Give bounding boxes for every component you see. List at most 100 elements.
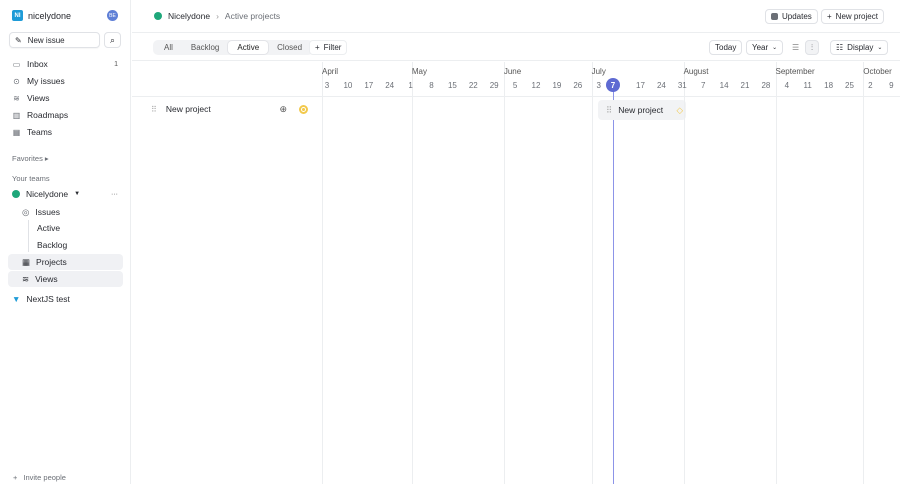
sidebar-item-inbox[interactable]: ▭ Inbox 1 xyxy=(8,56,123,72)
caret-down-icon: ▼ xyxy=(74,191,81,197)
sidebar-item-roadmaps[interactable]: ▥ Roadmaps xyxy=(8,107,123,123)
range-label: Year xyxy=(752,43,769,52)
timeline-icon: ⫶ xyxy=(811,42,813,52)
week-label: 15 xyxy=(447,81,457,90)
month-label: September xyxy=(775,67,815,76)
plus-icon: + xyxy=(827,12,832,21)
team-name: Nicelydone xyxy=(26,189,69,199)
tab-backlog[interactable]: Backlog xyxy=(182,41,228,54)
team-views[interactable]: ≋ Views xyxy=(8,271,123,287)
today-line xyxy=(613,89,614,484)
my-issues-icon: ⊙ xyxy=(13,76,20,86)
week-label: 19 xyxy=(552,81,562,90)
inbox-icon: ▭ xyxy=(12,59,21,69)
updates-button[interactable]: Updates xyxy=(765,9,818,24)
tab-all[interactable]: All xyxy=(155,41,182,54)
timeline: 7 ⠿ New project ◇ April May June July August… xyxy=(322,62,900,484)
month-label: August xyxy=(683,67,709,76)
invite-people-button[interactable]: + Invite people xyxy=(13,473,66,482)
nav-label: Roadmaps xyxy=(27,110,69,120)
target-date-icon[interactable]: ◇ xyxy=(676,105,683,116)
nav-label: Issues xyxy=(35,207,60,217)
views-icon: ≋ xyxy=(22,273,30,284)
month-label: July xyxy=(591,67,606,76)
nav-label: Backlog xyxy=(37,240,68,250)
breadcrumb-team[interactable]: Nicelydone xyxy=(168,11,210,21)
drag-handle-icon[interactable]: ⠿ xyxy=(606,105,612,116)
filter-label: Filter xyxy=(323,43,342,52)
month-gridline xyxy=(863,62,865,484)
week-label: 29 xyxy=(489,81,499,90)
tab-active[interactable]: Active xyxy=(228,41,269,54)
teams-icon: ▦ xyxy=(12,127,21,137)
project-bar[interactable]: ⠿ New project ◇ xyxy=(598,100,686,120)
today-button[interactable]: Today xyxy=(709,40,743,55)
project-list: ⠿ New project ⊕ xyxy=(132,62,322,484)
nav-label: Inbox xyxy=(27,59,48,69)
week-label: 3 xyxy=(596,81,601,90)
team-name: NextJS test xyxy=(26,294,70,304)
month-gridline xyxy=(683,62,685,484)
team-issues-active[interactable]: Active xyxy=(22,220,123,236)
month-label: April xyxy=(322,67,339,76)
sidebar-item-my-issues[interactable]: ⊙ My issues xyxy=(8,73,123,89)
team-nextjs-test[interactable]: ▼ NextJS test xyxy=(8,291,123,307)
month-label: June xyxy=(503,67,522,76)
drag-handle-icon[interactable]: ⠿ xyxy=(151,105,157,114)
status-tabs: All Backlog Active Closed xyxy=(153,40,314,55)
project-name[interactable]: New project xyxy=(166,104,211,114)
display-icon: ☷ xyxy=(836,43,844,52)
new-project-button[interactable]: + New project xyxy=(821,9,884,24)
sidebar-item-views[interactable]: ≋ Views xyxy=(8,90,123,106)
week-label: 24 xyxy=(385,81,395,90)
team-issues[interactable]: ◎ Issues xyxy=(22,204,123,220)
week-label: 18 xyxy=(824,81,834,90)
plus-icon: + xyxy=(315,43,320,52)
team-more-button[interactable]: ··· xyxy=(111,191,118,198)
week-label: 3 xyxy=(324,81,330,90)
team-icon xyxy=(154,12,162,20)
range-select[interactable]: Year ⌄ xyxy=(746,40,784,55)
chevron-down-icon: ⌄ xyxy=(772,45,778,51)
updates-label: Updates xyxy=(782,12,812,21)
list-layout-button[interactable]: ☰ xyxy=(787,40,805,55)
week-label: 17 xyxy=(364,81,374,90)
month-gridline xyxy=(503,62,505,484)
chevron-right-icon: › xyxy=(216,11,219,21)
filter-bar: All Backlog Active Closed + Filter Today … xyxy=(132,34,900,61)
new-issue-button[interactable]: ✎ New issue xyxy=(9,32,100,48)
workspace-logo: NI xyxy=(12,10,23,21)
week-label: 2 xyxy=(868,81,873,90)
team-issues-backlog[interactable]: Backlog xyxy=(22,237,123,253)
sidebar-item-teams[interactable]: ▦ Teams xyxy=(8,124,123,140)
chevron-down-icon: ⌄ xyxy=(877,45,883,51)
avatar[interactable]: BE xyxy=(107,10,118,21)
nav-label: Active xyxy=(37,223,61,233)
week-label: 8 xyxy=(429,81,434,90)
week-label: 21 xyxy=(740,81,750,90)
page-title: Active projects xyxy=(224,11,281,21)
workspace-switcher[interactable]: NI nicelydone xyxy=(12,10,71,21)
week-label: 22 xyxy=(468,81,478,90)
search-button[interactable]: ⌕ xyxy=(104,32,121,48)
week-label: 5 xyxy=(512,81,518,90)
roadmaps-icon: ▥ xyxy=(12,110,21,120)
week-label: 14 xyxy=(719,81,729,90)
lead-icon[interactable]: ⊕ xyxy=(279,104,287,115)
search-icon: ⌕ xyxy=(109,34,116,45)
filter-button[interactable]: + Filter xyxy=(309,40,348,55)
team-nicelydone[interactable]: Nicelydone ▼ ··· xyxy=(8,186,123,202)
team-projects[interactable]: ▦ Projects xyxy=(8,254,123,270)
favorites-section[interactable]: Favorites ▸ xyxy=(12,154,49,163)
tab-closed[interactable]: Closed xyxy=(268,41,311,54)
project-row[interactable]: ⠿ New project ⊕ xyxy=(132,97,322,121)
new-project-label: New project xyxy=(835,12,878,21)
month-label: October xyxy=(863,67,892,76)
display-button[interactable]: ☷ Display ⌄ xyxy=(830,40,889,55)
inbox-count: 1 xyxy=(114,60,118,68)
month-gridline xyxy=(775,62,777,484)
week-label: 25 xyxy=(845,81,854,90)
timeline-layout-button[interactable]: ⫶ xyxy=(805,40,819,55)
status-icon[interactable] xyxy=(299,104,308,114)
views-icon: ≋ xyxy=(13,93,20,103)
